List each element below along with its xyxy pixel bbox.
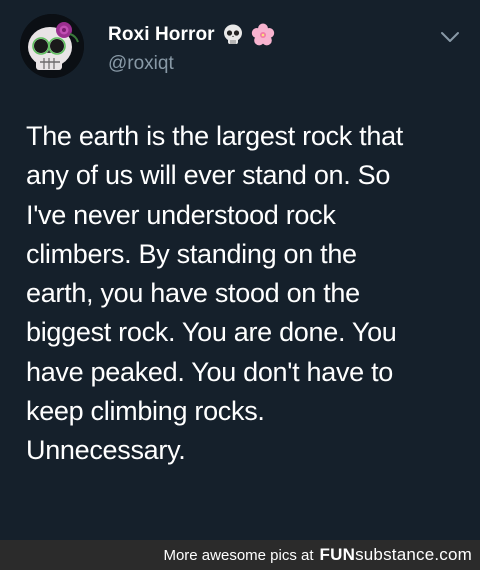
user-handle[interactable]: @roxiqt (108, 53, 174, 75)
chevron-down-icon[interactable] (436, 26, 464, 48)
avatar[interactable] (20, 14, 84, 78)
avatar-skull-image (20, 14, 84, 78)
watermark-bar: More awesome pics at FUN substance.com (0, 540, 480, 570)
display-name-row: Roxi Horror (108, 20, 275, 50)
cherry-blossom-emoji-icon (251, 23, 275, 47)
display-name[interactable]: Roxi Horror (108, 24, 215, 46)
tweet-text: The earth is the largest rock that any o… (26, 121, 403, 466)
watermark-prefix: More awesome pics at (163, 546, 314, 564)
tweet-card: Roxi Horror @roxiqt The earth is the lar… (0, 0, 480, 540)
watermark-brand-bold: FUN (319, 545, 356, 564)
watermark-text: More awesome pics at FUN substance.com (163, 540, 472, 570)
watermark-brand-rest: substance.com (355, 545, 472, 564)
skull-emoji-icon (221, 23, 245, 47)
